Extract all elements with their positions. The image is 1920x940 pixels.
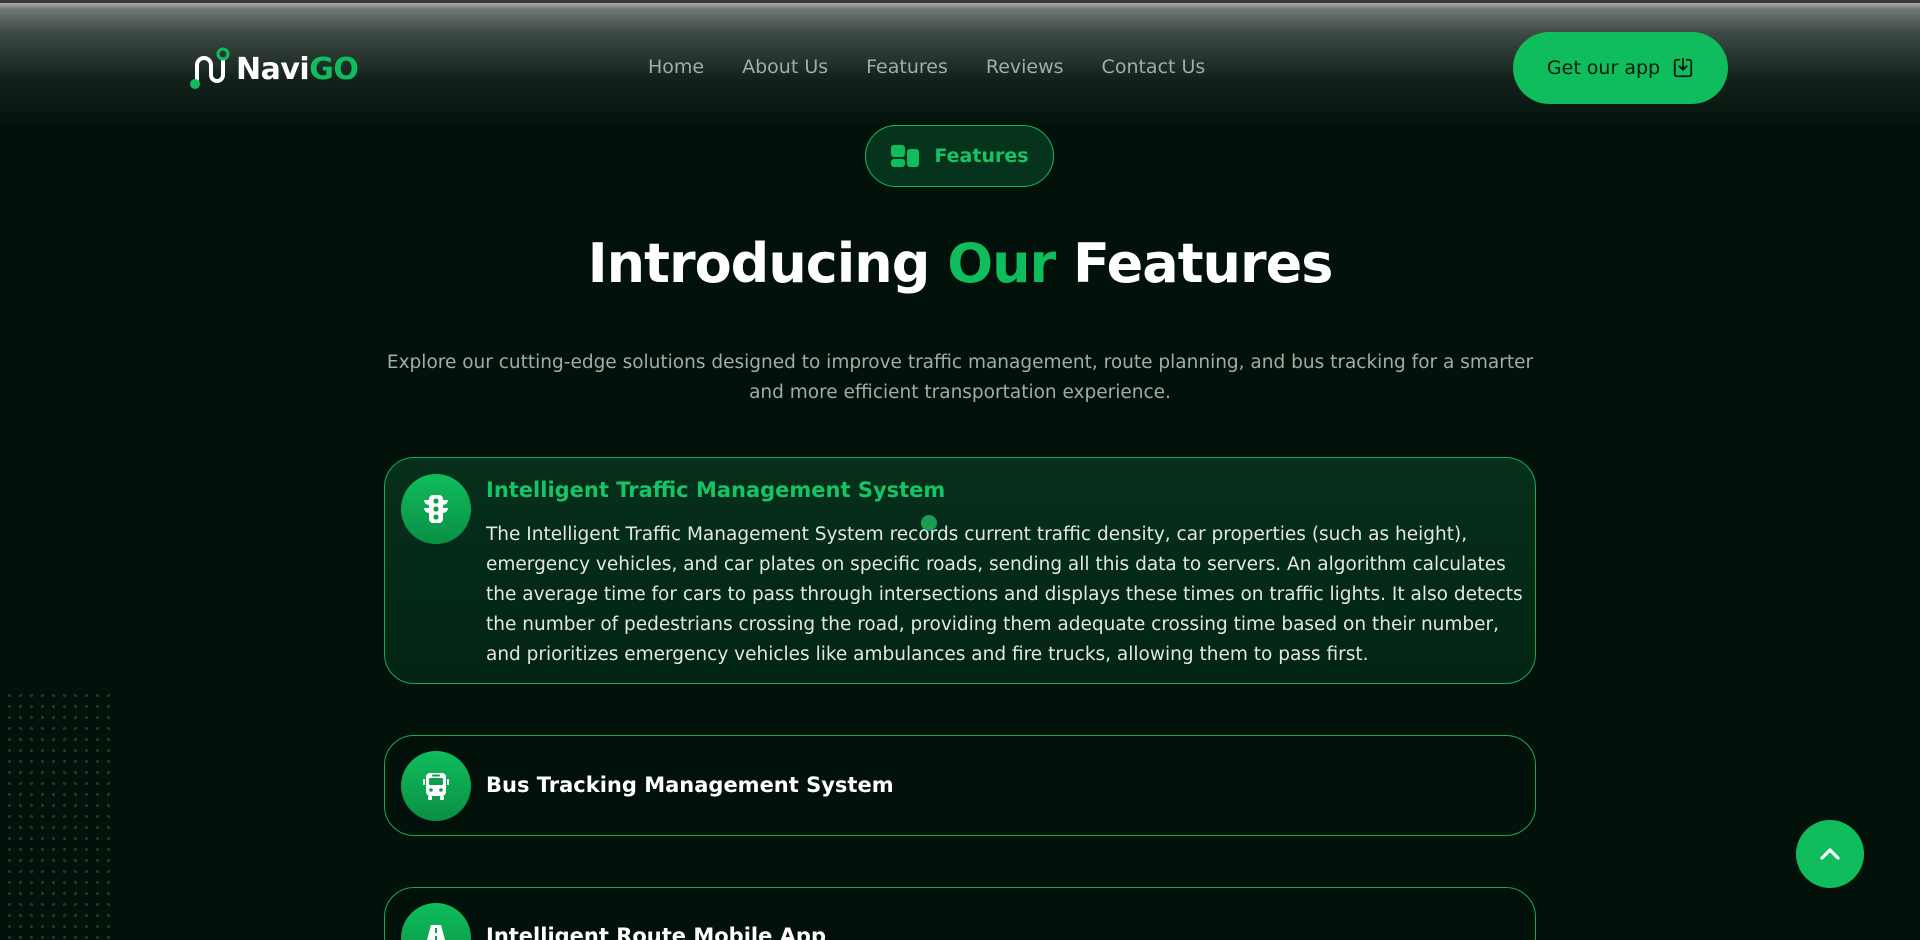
get-app-label: Get our app: [1546, 57, 1661, 79]
nav-features[interactable]: Features: [866, 53, 948, 81]
logo-text: NaviGO: [236, 51, 359, 87]
nav-reviews[interactable]: Reviews: [986, 53, 1064, 81]
heading-highlight: Our: [947, 232, 1056, 295]
traffic-light-icon: [424, 495, 448, 523]
nav-home[interactable]: Home: [648, 53, 704, 81]
feature-title: Intelligent Traffic Management System: [486, 478, 946, 502]
feature-card-traffic[interactable]: Intelligent Traffic Management System Th…: [384, 457, 1536, 684]
heading-part1: Introducing: [587, 232, 948, 295]
features-badge-label: Features: [934, 145, 1029, 167]
dashboard-icon: [891, 145, 920, 167]
logo-text-navi: Navi: [236, 51, 310, 87]
page: NaviGO Home About Us Features Reviews Co…: [0, 0, 1920, 940]
logo[interactable]: NaviGO: [190, 47, 359, 91]
feature-card-bus[interactable]: Bus Tracking Management System: [384, 735, 1536, 836]
decorative-dot-grid: [4, 690, 114, 940]
chevron-up-icon: [1820, 848, 1840, 860]
features-badge: Features: [865, 125, 1054, 187]
feature-icon-wrap: [401, 474, 471, 544]
road-icon: [426, 925, 446, 940]
nav-about-us[interactable]: About Us: [742, 53, 828, 81]
bus-icon: [423, 773, 449, 800]
nav-contact-us[interactable]: Contact Us: [1102, 53, 1206, 81]
main-nav: Home About Us Features Reviews Contact U…: [648, 53, 1243, 81]
download-icon: [1673, 57, 1693, 78]
cursor-indicator: [921, 515, 937, 531]
feature-card-route[interactable]: Intelligent Route Mobile App: [384, 887, 1536, 940]
logo-icon: [190, 47, 230, 89]
logo-text-go: GO: [309, 51, 359, 87]
scroll-to-top-button[interactable]: [1796, 820, 1864, 888]
heading-part2: Features: [1055, 232, 1333, 295]
header: NaviGO Home About Us Features Reviews Co…: [0, 0, 1920, 125]
section-subtitle: Explore our cutting-edge solutions desig…: [386, 352, 1534, 403]
feature-description: The Intelligent Traffic Management Syste…: [486, 524, 1523, 665]
feature-title: Intelligent Route Mobile App: [486, 924, 826, 940]
get-app-button[interactable]: Get our app: [1513, 32, 1728, 104]
feature-title: Bus Tracking Management System: [486, 773, 894, 797]
feature-icon-wrap: [401, 751, 471, 821]
section-heading: Introducing Our Features: [0, 232, 1920, 295]
feature-icon-wrap: [401, 903, 471, 940]
